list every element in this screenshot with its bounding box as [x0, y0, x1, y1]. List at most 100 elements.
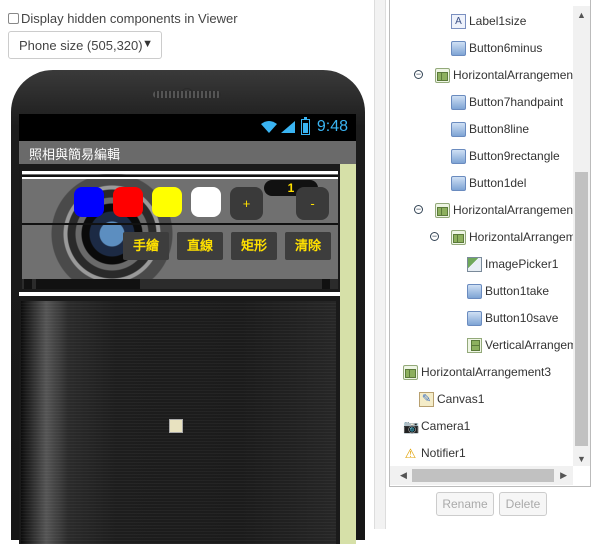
- tree-item-horizontalarrangement[interactable]: HorizontalArrangement: [435, 201, 576, 219]
- collapse-toggle-icon[interactable]: −: [414, 205, 423, 214]
- tree-item-label: Button10save: [485, 311, 559, 325]
- tree-item-label: HorizontalArrangement3: [421, 365, 552, 379]
- delete-button[interactable]: Delete: [499, 492, 547, 516]
- white-color-button[interactable]: [191, 187, 221, 217]
- horizontal-scrollbar[interactable]: ◀ ▶: [390, 466, 573, 485]
- tree-item-label: ImagePicker1: [485, 257, 559, 271]
- display-hidden-components-row[interactable]: Display hidden components in Viewer: [8, 11, 238, 26]
- phone-size-value: Phone size (505,320): [19, 37, 143, 53]
- take-button[interactable]: [36, 279, 140, 289]
- wifi-icon: [261, 121, 277, 133]
- tree-item-label: Button8line: [469, 122, 530, 136]
- tree-item-imagepicker1[interactable]: ImagePicker1: [467, 255, 558, 273]
- tree-item-canvas1[interactable]: ✎ Canvas1: [419, 390, 484, 408]
- tree-item-label1size[interactable]: A Label1size: [451, 12, 526, 30]
- phone-speaker: [153, 91, 221, 98]
- app-title: 照相與簡易編輯: [29, 147, 121, 162]
- screen-content: + 1 - 手繪 直線 矩形 清除: [19, 164, 356, 544]
- tree-item-horizontalarrangement[interactable]: HorizontalArrangement: [451, 228, 590, 246]
- tree-item-label: HorizontalArrangement: [453, 68, 577, 82]
- save-button[interactable]: [322, 279, 330, 289]
- tree-item-label: Button7handpaint: [469, 95, 564, 109]
- tree-item-label: Notifier1: [421, 446, 466, 460]
- viewer-pane: Display hidden components in Viewer Phon…: [0, 0, 374, 544]
- horizontal-arrangement-icon: [403, 364, 418, 380]
- tree-item-button1del[interactable]: Button1del: [451, 174, 526, 192]
- button-icon: [467, 283, 482, 299]
- tree-item-label: Button1take: [485, 284, 550, 298]
- camera-icon: 📷: [403, 418, 420, 434]
- tree-item-button6minus[interactable]: Button6minus: [451, 39, 542, 57]
- line-button[interactable]: 直線: [177, 232, 223, 260]
- button-icon: [451, 175, 466, 191]
- scroll-down-icon[interactable]: ▼: [577, 454, 586, 464]
- tree-item-horizontalarrangement3[interactable]: HorizontalArrangement3: [403, 363, 551, 381]
- clear-button[interactable]: 清除: [285, 232, 331, 260]
- camera-background-panel: + 1 - 手繪 直線 矩形 清除: [22, 171, 338, 289]
- pane-divider[interactable]: [374, 0, 386, 529]
- vertical-arrangement-icon: [467, 337, 482, 353]
- image-picker-button[interactable]: [24, 279, 32, 289]
- canvas-icon: ✎: [419, 391, 434, 407]
- minus-button[interactable]: -: [296, 187, 329, 220]
- tree-item-notifier1[interactable]: ⚠ Notifier1: [403, 444, 466, 462]
- tree-item-button7handpaint[interactable]: Button7handpaint: [451, 93, 563, 111]
- blue-color-button[interactable]: [74, 187, 104, 217]
- tree-item-label: Label1size: [469, 14, 527, 28]
- button-icon: [467, 310, 482, 326]
- divider-line: [22, 223, 338, 225]
- tree-item-button10save[interactable]: Button10save: [467, 309, 558, 327]
- tree-item-button1take[interactable]: Button1take: [467, 282, 549, 300]
- rectangle-button[interactable]: 矩形: [231, 232, 277, 260]
- handpaint-button[interactable]: 手繪: [123, 232, 169, 260]
- divider-line: [22, 177, 338, 179]
- divider-line: [19, 292, 340, 296]
- tree-item-label: Button6minus: [469, 41, 543, 55]
- scroll-left-icon[interactable]: ◀: [400, 470, 407, 481]
- status-time: 9:48: [316, 118, 348, 135]
- right-edge-strip: [340, 164, 356, 544]
- canvas-placeholder-icon: [169, 419, 183, 433]
- horizontal-arrangement-icon: [435, 67, 450, 83]
- yellow-color-button[interactable]: [152, 187, 182, 217]
- button-icon: [451, 121, 466, 137]
- horizontal-scroll-thumb[interactable]: [412, 469, 554, 482]
- red-color-button[interactable]: [113, 187, 143, 217]
- divider-line: [22, 171, 338, 174]
- collapse-toggle-icon[interactable]: −: [414, 70, 423, 79]
- tree-item-label: HorizontalArrangement: [453, 203, 577, 217]
- rename-button[interactable]: Rename: [436, 492, 494, 516]
- tree-item-button9rectangle[interactable]: Button9rectangle: [451, 147, 560, 165]
- tree-item-camera1[interactable]: 📷 Camera1: [403, 417, 470, 435]
- button-icon: [451, 94, 466, 110]
- phone-size-select[interactable]: Phone size (505,320) ▼: [8, 31, 162, 59]
- label-icon: A: [451, 13, 466, 29]
- horizontal-arrangement-icon: [435, 202, 450, 218]
- components-tree-pane: A Label1size Button6minus − HorizontalAr…: [387, 0, 598, 529]
- scroll-up-icon[interactable]: ▲: [577, 10, 586, 20]
- horizontal-arrangement-icon: [451, 229, 466, 245]
- vertical-scrollbar[interactable]: ▲ ▼: [573, 6, 590, 466]
- tree-item-label: Button9rectangle: [469, 149, 560, 163]
- scroll-right-icon[interactable]: ▶: [560, 470, 567, 481]
- tree-item-label: Camera1: [421, 419, 471, 433]
- app-title-bar: 照相與簡易編輯: [19, 141, 356, 164]
- canvas[interactable]: [21, 301, 336, 544]
- tree-item-horizontalarrangement[interactable]: HorizontalArrangement: [435, 66, 576, 84]
- tree-item-button8line[interactable]: Button8line: [451, 120, 529, 138]
- notifier-icon: ⚠: [404, 445, 417, 461]
- vertical-scroll-thumb[interactable]: [575, 172, 588, 446]
- tree-item-label: Canvas1: [437, 392, 485, 406]
- collapse-toggle-icon[interactable]: −: [430, 232, 439, 241]
- components-tree: A Label1size Button6minus − HorizontalAr…: [389, 0, 591, 487]
- image-picker-row: [22, 279, 338, 289]
- display-hidden-label: Display hidden components in Viewer: [21, 11, 238, 26]
- button-icon: [451, 148, 466, 164]
- battery-icon: [301, 117, 310, 135]
- plus-button[interactable]: +: [230, 187, 263, 220]
- status-bar: 9:48: [19, 114, 356, 141]
- signal-icon: [281, 121, 295, 133]
- display-hidden-checkbox[interactable]: [8, 13, 19, 24]
- phone-mockup: 9:48 照相與簡易編輯 + 1 - 手繪 直線 矩形 清除: [11, 70, 365, 544]
- dropdown-arrow-icon: ▼: [142, 38, 153, 50]
